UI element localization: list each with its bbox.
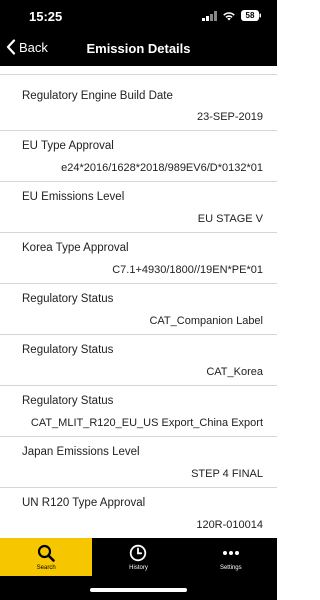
header: 15:25 58 Back Emission Details bbox=[0, 0, 277, 66]
page-title: Emission Details bbox=[86, 41, 191, 56]
list-item: Regulatory Engine Build Date 23-SEP-2019 bbox=[0, 75, 277, 131]
item-label: EU Type Approval bbox=[22, 140, 114, 152]
signal-icon bbox=[202, 10, 217, 21]
item-value: STEP 4 FINAL bbox=[191, 468, 263, 480]
item-value: 120R-010014 bbox=[196, 519, 263, 531]
tab-settings[interactable]: Settings bbox=[185, 538, 277, 576]
list-item: Regulatory Status CAT_MLIT_R120_EU_US Ex… bbox=[0, 386, 277, 437]
item-value: CAT_Korea bbox=[206, 366, 263, 378]
tab-bar: Search History Settings bbox=[0, 538, 277, 576]
list-item: Korea Type Approval C7.1+4930/1800//19EN… bbox=[0, 233, 277, 284]
list-item: Regulatory Status CAT_Korea bbox=[0, 335, 277, 386]
list-top-divider bbox=[0, 66, 277, 75]
wifi-icon bbox=[223, 11, 235, 20]
emission-details-screen: 15:25 58 Back Emission Details Regulator… bbox=[0, 0, 277, 600]
item-label: Regulatory Status bbox=[22, 395, 114, 407]
item-value: EU STAGE V bbox=[197, 213, 263, 225]
item-label: Japan Emissions Level bbox=[22, 446, 140, 458]
item-label: Regulatory Status bbox=[22, 293, 114, 305]
emission-details-list[interactable]: Regulatory Engine Build Date 23-SEP-2019… bbox=[0, 66, 277, 538]
tab-label: History bbox=[129, 565, 148, 571]
list-item: EU Type Approval e24*2016/1628*2018/989E… bbox=[0, 131, 277, 182]
item-value: CAT_MLIT_R120_EU_US Export_China Export bbox=[30, 417, 263, 429]
tab-label: Search bbox=[36, 565, 56, 571]
item-label: Regulatory Engine Build Date bbox=[22, 90, 173, 102]
search-icon bbox=[38, 544, 55, 562]
list-item: Japan Emissions Level STEP 4 FINAL bbox=[0, 437, 277, 488]
home-indicator-area bbox=[0, 576, 277, 600]
item-label: Korea Type Approval bbox=[22, 242, 129, 254]
status-bar: 15:25 58 bbox=[0, 0, 277, 34]
status-time: 15:25 bbox=[29, 9, 63, 24]
nav-bar: Back Emission Details bbox=[0, 34, 277, 66]
item-value: 23-SEP-2019 bbox=[196, 111, 263, 123]
battery-level: 58 bbox=[245, 11, 255, 20]
item-label: Regulatory Status bbox=[22, 344, 114, 356]
clock-icon bbox=[130, 544, 147, 562]
list-item: UN R120 Type Approval 120R-010014 bbox=[0, 488, 277, 538]
list-item: EU Emissions Level EU STAGE V bbox=[0, 182, 277, 233]
item-value: CAT_Companion Label bbox=[149, 315, 263, 327]
home-indicator[interactable] bbox=[90, 588, 187, 592]
list-item: Regulatory Status CAT_Companion Label bbox=[0, 284, 277, 335]
tab-label: Settings bbox=[219, 565, 242, 571]
item-value: C7.1+4930/1800//19EN*PE*01 bbox=[112, 264, 263, 276]
tab-history[interactable]: History bbox=[92, 538, 184, 576]
status-indicators: 58 bbox=[202, 10, 261, 21]
item-label: EU Emissions Level bbox=[22, 191, 125, 203]
tab-search[interactable]: Search bbox=[0, 538, 93, 576]
item-label: UN R120 Type Approval bbox=[22, 497, 146, 509]
more-dots-icon bbox=[222, 551, 239, 555]
battery-icon: 58 bbox=[241, 10, 261, 21]
item-value: e24*2016/1628*2018/989EV6/D*0132*01 bbox=[61, 162, 263, 174]
